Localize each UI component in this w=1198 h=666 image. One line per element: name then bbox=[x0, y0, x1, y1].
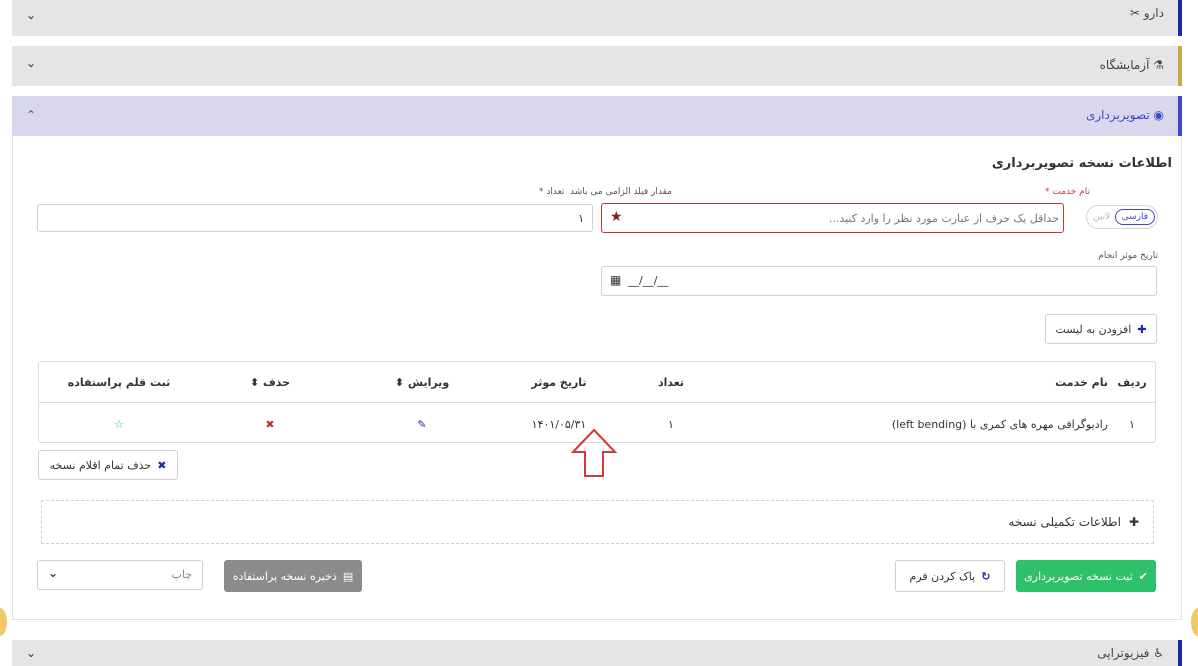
extra-info-label: اطلاعات تکمیلی نسخه bbox=[1008, 515, 1121, 529]
delete-all-label: حذف تمام اقلام نسخه bbox=[49, 458, 152, 472]
service-input-box[interactable]: ★ bbox=[601, 203, 1064, 233]
delete-x-icon[interactable]: ✖ bbox=[199, 403, 341, 446]
print-select-value: چاپ bbox=[171, 568, 192, 581]
accordion-physio-title: ♿ فیزیوتراپی bbox=[1097, 646, 1164, 660]
service-search-input[interactable] bbox=[631, 206, 1061, 230]
header-edit[interactable]: ویرایش ⬍ bbox=[341, 362, 503, 403]
save-favorite-label: ذخیره نسخه پراستفاده bbox=[232, 569, 337, 583]
section-title: اطلاعات نسخه تصویربرداری bbox=[991, 156, 1172, 171]
count-input[interactable] bbox=[37, 204, 593, 232]
refresh-icon: ↻ bbox=[981, 569, 991, 583]
xray-icon: ◉ bbox=[1153, 108, 1164, 122]
header-count: تعداد bbox=[615, 362, 727, 403]
chevron-down-icon[interactable]: ⌄ bbox=[26, 646, 36, 660]
table-header-row: ردیف نام خدمت تعداد تاریخ موثر ویرایش ⬍ … bbox=[39, 362, 1155, 403]
accordion-lab[interactable]: ⚗ آزمایشگاه ⌄ bbox=[12, 46, 1182, 86]
accordion-drug-label: دارو bbox=[1143, 6, 1164, 20]
clear-form-button[interactable]: ↻ پاک کردن فرم bbox=[895, 560, 1005, 592]
plus-icon: ✚ bbox=[1128, 515, 1139, 529]
count-label: تعداد * bbox=[539, 187, 565, 197]
extra-info-toggle[interactable]: ✚ اطلاعات تکمیلی نسخه bbox=[41, 500, 1154, 544]
calendar-icon[interactable]: ▦ bbox=[610, 273, 621, 287]
check-icon: ✔ bbox=[1138, 569, 1148, 583]
favorite-star-icon[interactable]: ☆ bbox=[39, 403, 199, 446]
chevron-down-icon: ⌄ bbox=[48, 566, 59, 580]
service-label: نام خدمت * bbox=[1045, 187, 1090, 197]
date-label: تاریخ موثر انجام bbox=[1098, 251, 1158, 261]
delete-all-button[interactable]: ✖ حذف تمام اقلام نسخه bbox=[38, 450, 178, 480]
accordion-physio-label: فیزیوتراپی bbox=[1097, 646, 1150, 660]
pills-icon: ✂ bbox=[1129, 6, 1140, 20]
lang-farsi-option[interactable]: فارسی bbox=[1114, 209, 1155, 225]
accordion-drug-title: دارو ✂ bbox=[1130, 6, 1164, 20]
accordion-drug[interactable]: دارو ✂ ⌄ bbox=[12, 0, 1182, 36]
header-row-number: ردیف bbox=[1109, 362, 1155, 403]
cell-row-number: ۱ bbox=[1129, 417, 1135, 431]
accordion-imaging-title: ◉ تصویربرداری bbox=[1086, 108, 1164, 122]
required-note: مقدار فیلد الزامی می باشد bbox=[570, 187, 672, 197]
plus-icon: ✚ bbox=[1137, 322, 1147, 336]
accordion-lab-label: آزمایشگاه bbox=[1099, 58, 1150, 72]
right-side-handle bbox=[1191, 608, 1198, 636]
submit-prescription-button[interactable]: ✔ ثبت نسخه تصویربرداری bbox=[1016, 560, 1156, 592]
save-icon: ▤ bbox=[342, 569, 354, 583]
header-delete[interactable]: حذف ⬍ bbox=[199, 362, 341, 403]
header-service: نام خدمت bbox=[727, 362, 1109, 403]
save-favorite-button[interactable]: ▤ ذخیره نسخه پراستفاده bbox=[224, 560, 362, 592]
accordion-imaging-label: تصویربرداری bbox=[1085, 108, 1150, 122]
flask-icon: ⚗ bbox=[1153, 58, 1164, 72]
accordion-imaging[interactable]: ◉ تصویربرداری ⌃ bbox=[12, 96, 1182, 136]
chevron-down-icon[interactable]: ⌄ bbox=[26, 56, 36, 70]
cell-service: رادیوگرافی مهره های کمری با (left bendin… bbox=[891, 417, 1108, 431]
required-star-icon: ★ bbox=[610, 209, 623, 225]
physio-icon: ♿ bbox=[1153, 646, 1164, 660]
lang-latin-option[interactable]: لاتین bbox=[1089, 210, 1114, 224]
chevron-up-icon[interactable]: ⌃ bbox=[26, 108, 36, 122]
chevron-down-icon[interactable]: ⌄ bbox=[26, 8, 36, 22]
submit-label: ثبت نسخه تصویربرداری bbox=[1024, 569, 1133, 583]
date-value: __/__/__ bbox=[628, 274, 669, 287]
language-toggle[interactable]: فارسی لاتین bbox=[1086, 205, 1158, 229]
annotation-arrow-icon bbox=[571, 428, 617, 477]
x-icon: ✖ bbox=[157, 458, 167, 472]
left-side-handle bbox=[0, 608, 7, 636]
cell-count: ۱ bbox=[668, 417, 674, 431]
add-to-list-button[interactable]: ✚ افزودن به لیست bbox=[1045, 314, 1157, 344]
header-favorite: ثبت قلم پراستفاده bbox=[39, 362, 199, 403]
edit-pencil-icon[interactable]: ✎ bbox=[341, 403, 503, 446]
header-date[interactable]: تاریخ موثر bbox=[503, 362, 615, 403]
add-to-list-label: افزودن به لیست bbox=[1055, 322, 1132, 336]
accordion-lab-title: ⚗ آزمایشگاه bbox=[1100, 58, 1164, 72]
date-input[interactable]: ▦ __/__/__ bbox=[601, 266, 1157, 296]
clear-form-label: پاک کردن فرم bbox=[909, 569, 976, 583]
accordion-physio[interactable]: ♿ فیزیوتراپی ⌄ bbox=[12, 640, 1182, 666]
print-select[interactable]: چاپ ⌄ bbox=[37, 560, 203, 590]
